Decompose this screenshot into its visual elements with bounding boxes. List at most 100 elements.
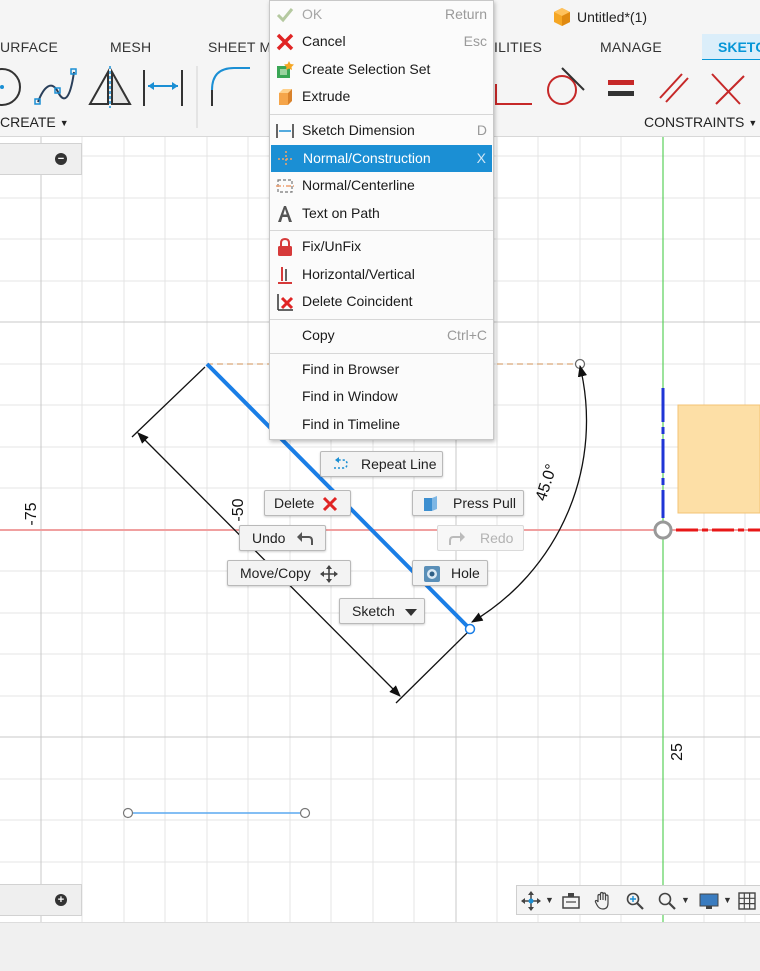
menu-item-cancel[interactable]: Cancel Esc: [270, 28, 493, 55]
create-group-label[interactable]: CREATE ▼: [0, 114, 69, 130]
menu-item-shortcut: D: [476, 122, 487, 138]
expand-plus-icon[interactable]: +: [55, 894, 67, 906]
move-copy-label: Move/Copy: [240, 565, 311, 581]
line-end-point[interactable]: [299, 807, 311, 819]
menu-item-copy[interactable]: Copy Ctrl+C: [270, 322, 493, 349]
perpendicular-line-constraint-icon: [711, 73, 745, 105]
menu-item-shortcut: Ctrl+C: [446, 327, 487, 343]
menu-item-ok[interactable]: OK Return: [270, 1, 493, 28]
press-pull-button[interactable]: Press Pull: [412, 490, 524, 516]
menu-item-label: OK: [302, 6, 323, 22]
look-at-icon[interactable]: [561, 891, 581, 911]
text-path-icon: [278, 206, 292, 222]
angle-dimension-value[interactable]: 45.0°: [533, 462, 561, 503]
line-start-point[interactable]: [122, 807, 134, 819]
horizontal-vertical-icon: [278, 267, 292, 284]
menu-item-text-on-path[interactable]: Text on Path: [270, 200, 493, 227]
orbit-icon[interactable]: [521, 891, 541, 911]
repeat-line-button[interactable]: Repeat Line: [320, 451, 443, 477]
collapse-minus-icon[interactable]: −: [55, 153, 67, 165]
browser-panel[interactable]: −: [0, 143, 82, 175]
sketch-profile-face[interactable]: [677, 404, 760, 514]
bottom-bar: [0, 922, 760, 971]
menu-item-find-in-browser[interactable]: Find in Browser: [270, 356, 493, 383]
menu-item-find-in-window[interactable]: Find in Window: [270, 383, 493, 410]
equal-constraint-icon: [608, 80, 634, 96]
origin-point[interactable]: [653, 520, 673, 540]
grid-settings-icon[interactable]: [737, 891, 757, 911]
menu-item-delete-coincident[interactable]: Delete Coincident: [270, 288, 493, 315]
menu-separator: [270, 319, 493, 320]
menu-item-create-selection-set[interactable]: Create Selection Set: [270, 56, 493, 83]
menu-item-label: Find in Timeline: [302, 416, 401, 432]
cancel-x-icon: [276, 33, 294, 51]
undo-button[interactable]: Undo: [239, 525, 326, 551]
delete-button[interactable]: Delete: [264, 490, 351, 516]
chevron-down-icon: [405, 609, 417, 616]
undo-arrow-icon: [297, 532, 313, 545]
menu-item-label: Sketch Dimension: [302, 122, 415, 138]
menu-item-shortcut: X: [476, 150, 486, 166]
tab-sketch-active[interactable]: SKETC: [702, 34, 760, 62]
constraints-group-label[interactable]: CONSTRAINTS ▼: [644, 114, 757, 130]
check-icon: [276, 8, 294, 23]
repeat-line-label: Repeat Line: [361, 456, 437, 472]
perpendicular-constraint-icon: [495, 84, 532, 105]
circle-tool-icon: [0, 68, 21, 106]
sketch-dropdown-button[interactable]: Sketch: [339, 598, 425, 624]
chevron-down-icon[interactable]: ▼: [545, 895, 554, 905]
tab-surface[interactable]: URFACE: [0, 39, 58, 55]
undo-label: Undo: [252, 530, 286, 546]
tab-utilities[interactable]: ILITIES: [494, 39, 542, 55]
press-pull-icon: [424, 496, 437, 511]
hole-button[interactable]: Hole: [412, 560, 488, 586]
construction-line-icon: [278, 151, 294, 167]
menu-separator: [270, 114, 493, 115]
zoom-icon[interactable]: [625, 891, 645, 911]
move-arrows-icon: [320, 565, 338, 583]
pan-hand-icon[interactable]: [593, 891, 613, 911]
menu-item-sketch-dimension[interactable]: Sketch Dimension D: [270, 117, 493, 144]
axis-label-minus-50: -50: [230, 498, 247, 521]
menu-item-label: Extrude: [302, 88, 351, 104]
menu-item-fix-unfix[interactable]: Fix/UnFix: [270, 233, 493, 260]
redo-label: Redo: [480, 530, 514, 546]
comments-panel[interactable]: +: [0, 884, 82, 916]
menu-item-label: Delete Coincident: [302, 293, 413, 309]
menu-item-label: Horizontal/Vertical: [302, 266, 415, 282]
hole-icon: [424, 566, 440, 582]
move-copy-button[interactable]: Move/Copy: [227, 560, 351, 586]
delete-coincident-icon: [277, 294, 294, 311]
menu-item-label: Cancel: [302, 33, 346, 49]
chevron-down-icon[interactable]: ▼: [681, 895, 690, 905]
menu-item-extrude[interactable]: Extrude: [270, 83, 493, 110]
tab-manage[interactable]: MANAGE: [600, 39, 662, 55]
menu-item-horizontal-vertical[interactable]: Horizontal/Vertical: [270, 261, 493, 288]
menu-item-find-in-timeline[interactable]: Find in Timeline: [270, 411, 493, 438]
menu-item-label: Normal/Centerline: [302, 177, 415, 193]
line-endpoint[interactable]: [464, 623, 476, 635]
zoom-window-icon[interactable]: [657, 891, 677, 911]
sketch-dimension-icon: [276, 124, 294, 138]
centerline-icon: [276, 179, 294, 193]
menu-item-normal-centerline[interactable]: Normal/Centerline: [270, 172, 493, 199]
selection-set-icon: [277, 61, 294, 78]
menu-item-normal-construction[interactable]: Normal/Construction X: [271, 145, 492, 172]
axis-label-minus-75: -75: [23, 502, 40, 525]
tab-mesh[interactable]: MESH: [110, 39, 151, 55]
chevron-down-icon[interactable]: ▼: [723, 895, 732, 905]
menu-item-label: Fix/UnFix: [302, 238, 362, 254]
sketch-label: Sketch: [352, 603, 395, 619]
press-pull-label: Press Pull: [453, 495, 517, 511]
tab-sheet-metal[interactable]: SHEET M: [208, 39, 271, 55]
axis-label-25: 25: [669, 743, 686, 761]
delete-x-icon: [322, 496, 338, 512]
redo-arrow-icon: [449, 532, 465, 545]
menu-item-label: Text on Path: [302, 205, 380, 221]
delete-label: Delete: [274, 495, 315, 511]
redo-button[interactable]: Redo: [437, 525, 524, 551]
display-settings-icon[interactable]: [699, 891, 719, 911]
constraints-group-text: CONSTRAINTS: [644, 114, 745, 130]
menu-item-label: Copy: [302, 327, 335, 343]
menu-separator: [270, 353, 493, 354]
